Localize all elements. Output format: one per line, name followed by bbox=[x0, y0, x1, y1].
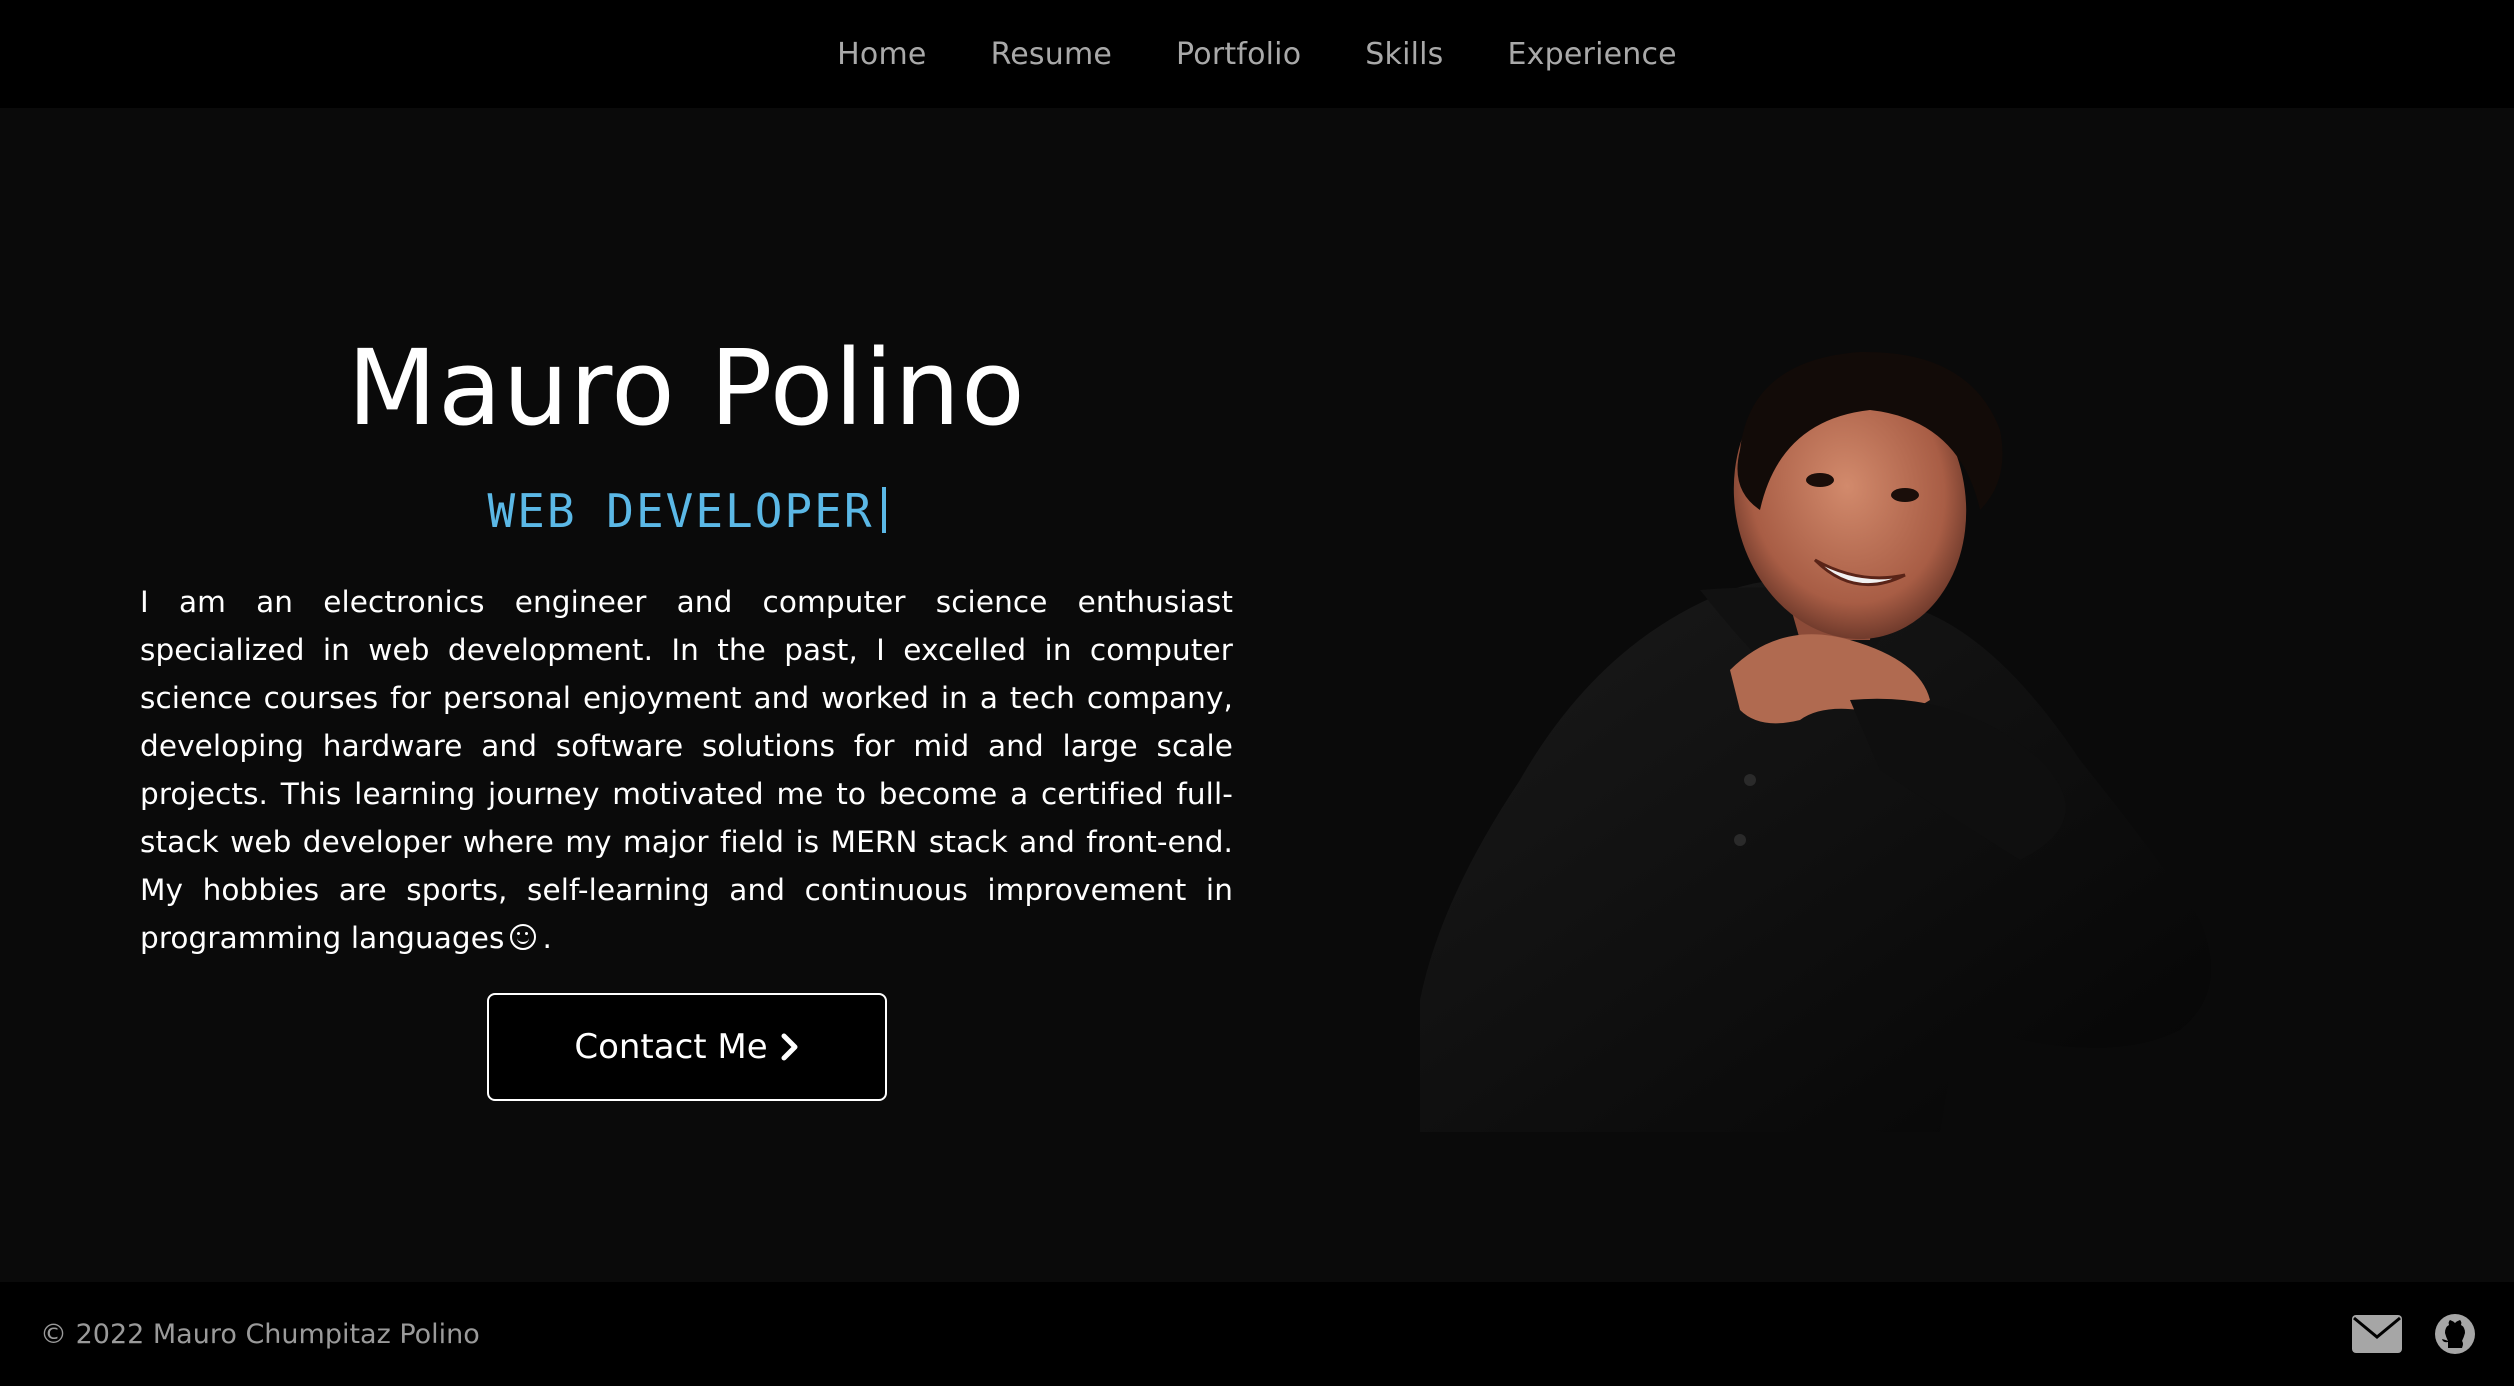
contact-me-button[interactable]: Contact Me bbox=[487, 993, 887, 1101]
nav-home[interactable]: Home bbox=[837, 37, 926, 72]
profile-photo bbox=[1420, 351, 2212, 1132]
hero-name: Mauro Polino bbox=[347, 327, 1026, 449]
footer-social-links bbox=[2352, 1313, 2476, 1355]
hero-role-text: WEB DEVELOPER bbox=[487, 484, 874, 538]
nav-experience[interactable]: Experience bbox=[1508, 37, 1677, 72]
hero-bio-end: . bbox=[542, 921, 552, 955]
hero-bio: I am an electronics engineer and compute… bbox=[140, 578, 1233, 962]
top-navigation: Home Resume Portfolio Skills Experience bbox=[0, 0, 2514, 108]
nav-portfolio[interactable]: Portfolio bbox=[1176, 37, 1301, 72]
nav-resume[interactable]: Resume bbox=[991, 37, 1112, 72]
envelope-icon[interactable] bbox=[2352, 1315, 2402, 1353]
hero-role: WEB DEVELOPER bbox=[140, 476, 1233, 546]
typing-cursor bbox=[881, 487, 886, 533]
copyright-text: © 2022 Mauro Chumpitaz Polino bbox=[40, 1318, 480, 1350]
contact-me-label: Contact Me bbox=[574, 1027, 768, 1067]
footer: © 2022 Mauro Chumpitaz Polino bbox=[0, 1282, 2514, 1386]
github-icon[interactable] bbox=[2434, 1313, 2476, 1355]
nav-skills[interactable]: Skills bbox=[1365, 37, 1443, 72]
hero-bio-text: I am an electronics engineer and compute… bbox=[140, 585, 1233, 955]
chevron-right-icon bbox=[781, 1033, 798, 1061]
smiley-icon bbox=[510, 924, 537, 950]
